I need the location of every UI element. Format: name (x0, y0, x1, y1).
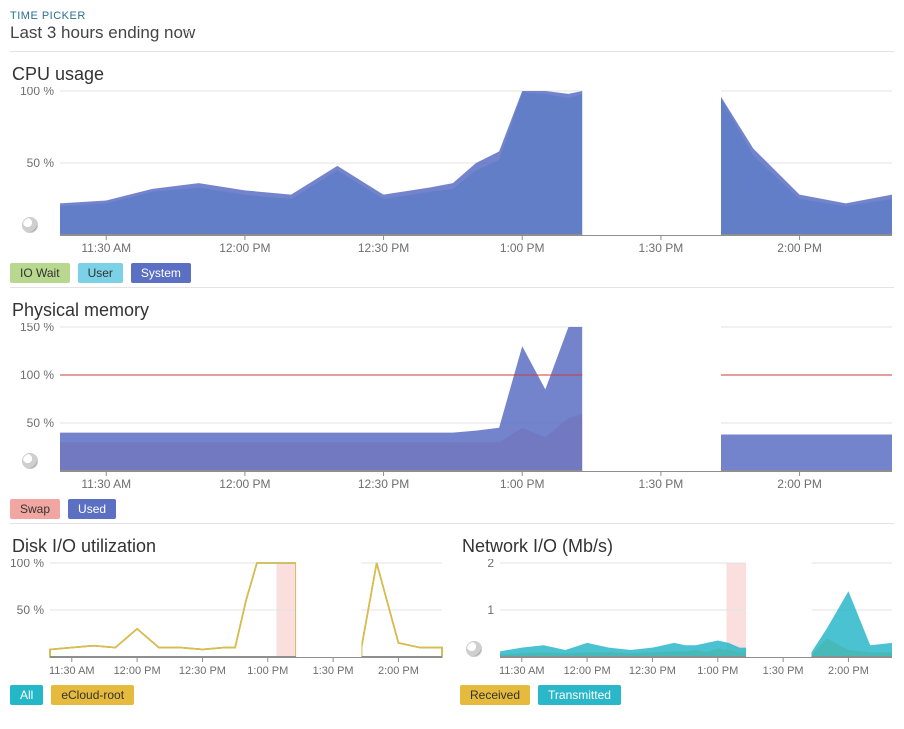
legend-item-used[interactable]: Used (68, 499, 116, 519)
svg-text:12:30 PM: 12:30 PM (358, 241, 409, 255)
time-picker[interactable]: TIME PICKER Last 3 hours ending now ⌄ (10, 0, 894, 52)
loading-icon (22, 453, 38, 469)
legend-item-transmitted[interactable]: Transmitted (538, 685, 621, 705)
svg-text:1: 1 (487, 603, 494, 617)
chart-cpu[interactable]: 100 % 50 % 11:30 AM 12:00 PM 12:30 PM 1:00 PM… (10, 87, 894, 257)
loading-icon (466, 641, 482, 657)
svg-text:11:30 AM: 11:30 AM (81, 477, 131, 491)
legend-item-system[interactable]: System (131, 263, 191, 283)
legend-item-io-wait[interactable]: IO Wait (10, 263, 70, 283)
svg-text:12:30 PM: 12:30 PM (358, 477, 409, 491)
svg-text:50 %: 50 % (27, 156, 55, 170)
svg-text:2:00 PM: 2:00 PM (378, 665, 419, 677)
svg-text:100 %: 100 % (10, 559, 44, 570)
legend-cpu: IO Wait User System (10, 263, 894, 283)
svg-text:12:30 PM: 12:30 PM (629, 665, 676, 677)
svg-text:1:00 PM: 1:00 PM (697, 665, 738, 677)
chart-network[interactable]: 2 1 11:30 AM 12:00 PM 12:30 PM 1:00 PM 1:30 PM… (460, 559, 894, 679)
chart-disk[interactable]: 100 % 50 % 11:30 AM 12:00 PM 12:30 PM 1:00 PM… (10, 559, 444, 679)
svg-text:12:30 PM: 12:30 PM (179, 665, 226, 677)
svg-text:50 %: 50 % (27, 416, 55, 430)
chart-svg-cpu[interactable]: 100 % 50 % 11:30 AM 12:00 PM 12:30 PM 1:00 PM… (10, 87, 894, 257)
svg-text:1:30 PM: 1:30 PM (313, 665, 354, 677)
svg-text:100 %: 100 % (20, 87, 54, 98)
svg-text:11:30 AM: 11:30 AM (49, 665, 95, 677)
chart-memory[interactable]: 150 % 100 % 50 % 11:30 AM 12:00 PM 12:30 PM 1:… (10, 323, 894, 493)
svg-text:12:00 PM: 12:00 PM (114, 665, 161, 677)
legend-item-swap[interactable]: Swap (10, 499, 60, 519)
svg-text:12:00 PM: 12:00 PM (564, 665, 611, 677)
chart-title-disk: Disk I/O utilization (12, 536, 444, 557)
svg-text:2:00 PM: 2:00 PM (777, 241, 822, 255)
svg-text:12:00 PM: 12:00 PM (219, 477, 270, 491)
chart-svg-network[interactable]: 2 1 11:30 AM 12:00 PM 12:30 PM 1:00 PM 1:30 PM… (460, 559, 894, 679)
svg-text:11:30 AM: 11:30 AM (499, 665, 545, 677)
legend-item-user[interactable]: User (78, 263, 123, 283)
svg-text:2: 2 (487, 559, 494, 570)
svg-text:1:30 PM: 1:30 PM (763, 665, 804, 677)
svg-text:11:30 AM: 11:30 AM (81, 241, 131, 255)
legend-item-ecloud-root[interactable]: eCloud-root (51, 685, 134, 705)
svg-text:1:00 PM: 1:00 PM (500, 477, 545, 491)
loading-icon (22, 217, 38, 233)
svg-text:1:30 PM: 1:30 PM (639, 241, 684, 255)
chart-svg-memory[interactable]: 150 % 100 % 50 % 11:30 AM 12:00 PM 12:30 PM 1:… (10, 323, 894, 493)
time-picker-label: TIME PICKER (10, 10, 894, 22)
legend-memory: Swap Used (10, 499, 894, 519)
svg-text:2:00 PM: 2:00 PM (828, 665, 869, 677)
legend-disk: All eCloud-root (10, 685, 444, 705)
legend-network: Received Transmitted (460, 685, 894, 705)
svg-text:12:00 PM: 12:00 PM (219, 241, 270, 255)
legend-item-received[interactable]: Received (460, 685, 530, 705)
chart-title-cpu: CPU usage (12, 64, 894, 85)
svg-text:1:00 PM: 1:00 PM (247, 665, 288, 677)
svg-text:2:00 PM: 2:00 PM (777, 477, 822, 491)
chart-title-memory: Physical memory (12, 300, 894, 321)
chart-title-network: Network I/O (Mb/s) (462, 536, 894, 557)
svg-text:50 %: 50 % (17, 603, 45, 617)
svg-text:100 %: 100 % (20, 368, 54, 382)
svg-text:1:00 PM: 1:00 PM (500, 241, 545, 255)
legend-item-all[interactable]: All (10, 685, 43, 705)
time-picker-value: Last 3 hours ending now (10, 23, 894, 43)
svg-text:1:30 PM: 1:30 PM (639, 477, 684, 491)
svg-text:150 %: 150 % (20, 323, 54, 334)
chart-svg-disk[interactable]: 100 % 50 % 11:30 AM 12:00 PM 12:30 PM 1:00 PM… (10, 559, 444, 679)
